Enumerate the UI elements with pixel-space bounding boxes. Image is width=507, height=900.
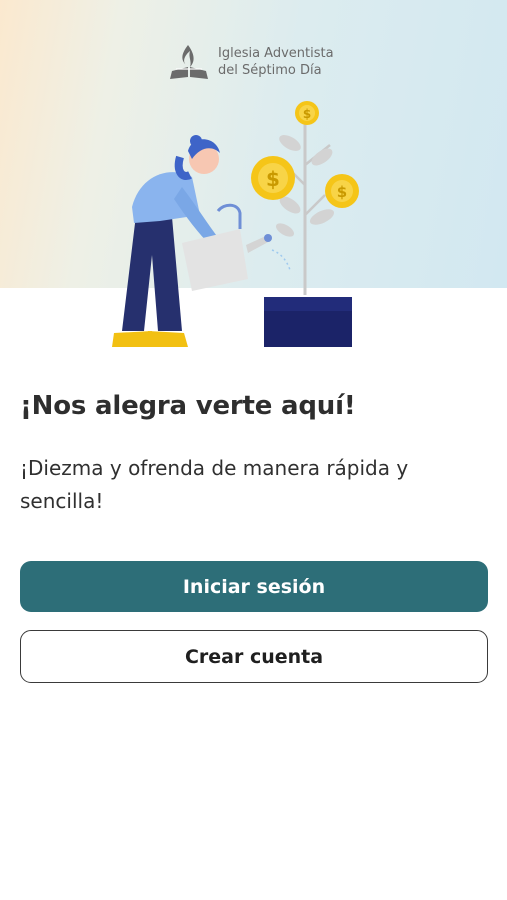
welcome-headline: ¡Nos alegra verte aquí! (20, 391, 356, 421)
coin-icon: $ (251, 156, 295, 200)
person-watering-money-plant-illustration: $ $ $ (112, 101, 359, 347)
church-logo: Iglesia Adventista del Séptimo Día (168, 42, 334, 82)
welcome-subtext: ¡Diezma y ofrenda de manera rápida y sen… (20, 456, 409, 513)
svg-text:$: $ (337, 183, 347, 201)
login-button[interactable]: Iniciar sesión (20, 561, 488, 612)
plant-leaf (279, 135, 301, 151)
plant-leaf (311, 148, 333, 166)
coin-icon: $ (325, 174, 359, 208)
church-logo-icon (170, 45, 208, 79)
logo-line-2: del Séptimo Día (218, 63, 322, 78)
coin-icon: $ (295, 101, 319, 125)
logo-line-1: Iglesia Adventista (218, 46, 334, 61)
plant-leaf (275, 223, 295, 237)
svg-text:$: $ (303, 107, 311, 121)
create-account-button[interactable]: Crear cuenta (20, 630, 488, 683)
svg-text:$: $ (266, 167, 280, 191)
